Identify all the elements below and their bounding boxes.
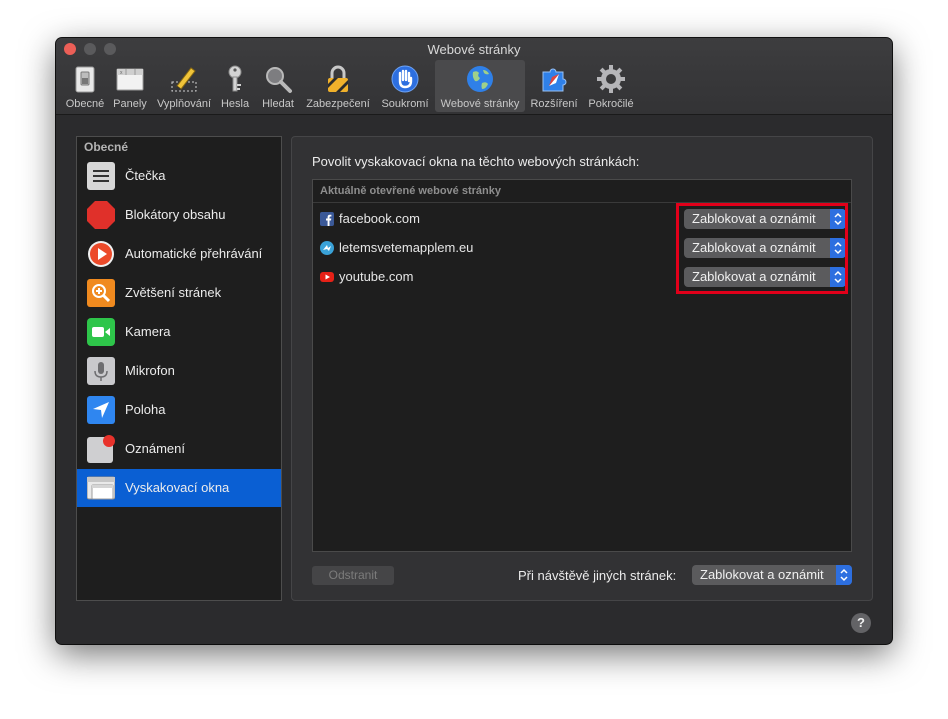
other-sites-label: Při návštěvě jiných stránek:: [518, 568, 677, 583]
toolbar-item-tabs[interactable]: x Panely: [110, 60, 150, 112]
toolbar-item-security[interactable]: Zabezpečení: [302, 60, 374, 112]
toolbar-item-passwords[interactable]: Hesla: [217, 60, 253, 112]
sidebar-item-location[interactable]: Poloha: [77, 391, 281, 429]
titlebar: Webové stránky Obecné x Panely Vyplňován…: [56, 38, 892, 115]
stop-sign-icon: [87, 201, 115, 229]
sidebar-item-reader[interactable]: Čtečka: [77, 157, 281, 195]
window-title: Webové stránky: [427, 42, 521, 57]
site-name: youtube.com: [339, 269, 414, 284]
sidebar-item-camera[interactable]: Kamera: [77, 313, 281, 351]
help-button[interactable]: ?: [851, 613, 871, 633]
zoom-icon: [87, 279, 115, 307]
sidebar-item-content-blockers[interactable]: Blokátory obsahu: [77, 196, 281, 234]
globe-icon: [467, 66, 493, 92]
sidebar-header: Obecné: [84, 140, 129, 154]
key-icon: [228, 65, 242, 92]
puzzle-icon: [542, 68, 567, 92]
sidebar-item-page-zoom[interactable]: Zvětšení stránek: [77, 274, 281, 312]
sidebar-item-notifications[interactable]: Oznámení: [77, 430, 281, 468]
annotation-highlight: [676, 203, 848, 294]
table-header: Aktuálně otevřené webové stránky: [313, 180, 851, 203]
lock-icon: [328, 65, 348, 92]
popup-windows-icon: [87, 476, 115, 500]
notification-icon: [87, 435, 115, 463]
youtube-icon: [320, 272, 334, 282]
camera-icon: [87, 318, 115, 346]
tabs-icon: x: [116, 68, 144, 91]
gear-icon: [597, 65, 625, 93]
toolbar-item-general[interactable]: Obecné: [62, 60, 108, 112]
play-icon: [88, 241, 114, 267]
magnifier-icon: [266, 67, 292, 93]
switch-icon: [75, 66, 95, 93]
site-name: letemsvetemapplem.eu: [339, 240, 474, 255]
chevron-updown-icon: [836, 565, 852, 585]
sidebar: Obecné Čtečka Blokátory obsahu Automatic…: [76, 136, 282, 601]
toolbar-item-autofill[interactable]: Vyplňování: [153, 60, 215, 112]
panel-title: Povolit vyskakovací okna na těchto webov…: [312, 154, 640, 169]
pencil-icon: [171, 67, 197, 92]
hand-icon: [391, 65, 419, 93]
toolbar-item-privacy[interactable]: Soukromí: [377, 60, 433, 112]
sidebar-item-autoplay[interactable]: Automatické přehrávání: [77, 235, 281, 273]
location-icon: [87, 396, 115, 424]
toolbar-item-search[interactable]: Hledat: [255, 60, 301, 112]
preferences-window: Webové stránky Obecné x Panely Vyplňován…: [56, 38, 892, 644]
toolbar-item-extensions[interactable]: Rozšíření: [528, 60, 580, 112]
site-name: facebook.com: [339, 211, 420, 226]
other-sites-setting-select[interactable]: Zablokovat a oznámit: [692, 565, 852, 585]
reader-icon: [87, 162, 115, 190]
toolbar-item-websites[interactable]: Webové stránky: [435, 60, 525, 112]
sidebar-item-popup-windows[interactable]: Vyskakovací okna: [77, 469, 281, 507]
microphone-icon: [87, 357, 115, 385]
toolbar-item-advanced[interactable]: Pokročilé: [583, 60, 639, 112]
remove-button[interactable]: Odstranit: [312, 566, 394, 585]
sidebar-item-microphone[interactable]: Mikrofon: [77, 352, 281, 390]
letemsvetemapplem-icon: [320, 241, 334, 255]
table-header-label: Aktuálně otevřené webové stránky: [320, 185, 501, 197]
facebook-icon: [320, 212, 334, 226]
